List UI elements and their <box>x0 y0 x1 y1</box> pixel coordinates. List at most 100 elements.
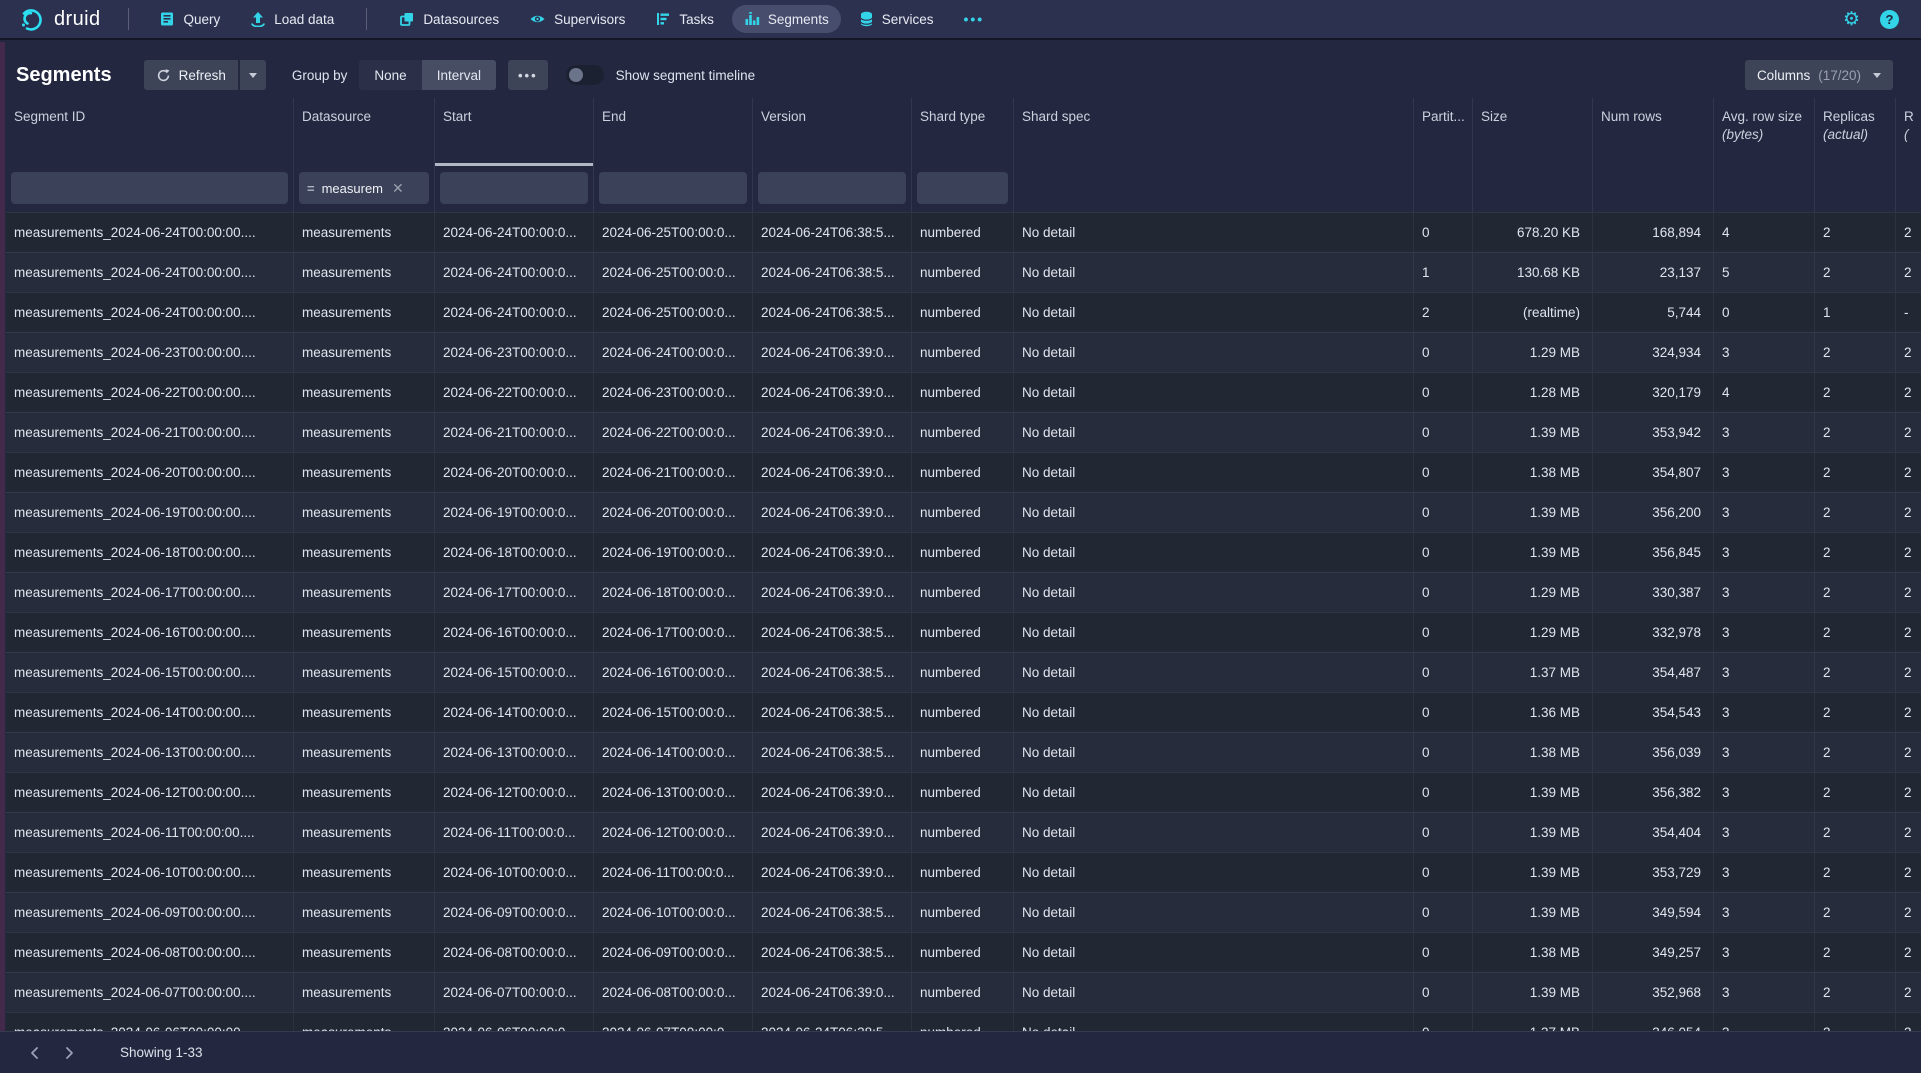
table-row[interactable]: measurements_2024-06-11T00:00:00....meas… <box>6 812 1921 852</box>
cell-datasource: measurements <box>294 453 435 492</box>
group-by-option-none[interactable]: None <box>359 60 421 90</box>
cell-size: 1.39 MB <box>1473 853 1593 892</box>
nav-item-label: Query <box>183 12 220 27</box>
column-header-avg-row-size[interactable]: Avg. row size(bytes) <box>1714 98 1815 166</box>
table-row[interactable]: measurements_2024-06-22T00:00:00....meas… <box>6 372 1921 412</box>
cell-end: 2024-06-24T00:00:0... <box>594 333 753 372</box>
nav-item-tasks[interactable]: Tasks <box>643 5 726 33</box>
segment-timeline-toggle[interactable] <box>566 65 604 85</box>
more-icon: ••• <box>518 68 538 83</box>
column-header-start[interactable]: Start <box>435 98 594 166</box>
table-row[interactable]: measurements_2024-06-14T00:00:00....meas… <box>6 692 1921 732</box>
column-header-end[interactable]: End <box>594 98 753 166</box>
table-row[interactable]: measurements_2024-06-24T00:00:00....meas… <box>6 252 1921 292</box>
cell-replicas: 2 <box>1815 813 1896 852</box>
nav-item-query[interactable]: Query <box>147 5 232 33</box>
table-row[interactable]: measurements_2024-06-12T00:00:00....meas… <box>6 772 1921 812</box>
table-row[interactable]: measurements_2024-06-24T00:00:00....meas… <box>6 292 1921 332</box>
filter-input-segment-id[interactable] <box>11 172 288 204</box>
cell-avg-row-size: 3 <box>1714 533 1815 572</box>
columns-button[interactable]: Columns (17/20) <box>1745 60 1893 90</box>
table-row[interactable]: measurements_2024-06-16T00:00:00....meas… <box>6 612 1921 652</box>
column-label: Shard spec <box>1022 108 1405 126</box>
cell-version: 2024-06-24T06:39:0... <box>753 533 912 572</box>
services-icon <box>859 11 874 27</box>
cell-version: 2024-06-24T06:38:5... <box>753 613 912 652</box>
filter-cell-shard-type <box>912 166 1014 212</box>
filter-input-datasource[interactable]: =measurem✕ <box>299 172 429 204</box>
filter-input-shard-type[interactable] <box>917 172 1008 204</box>
cell-datasource: measurements <box>294 653 435 692</box>
table-row[interactable]: measurements_2024-06-17T00:00:00....meas… <box>6 572 1921 612</box>
nav-item-segments[interactable]: Segments <box>732 5 841 33</box>
filter-chip-value: measurem <box>322 181 383 196</box>
nav-item-datasources[interactable]: Datasources <box>387 5 511 33</box>
table-row[interactable]: measurements_2024-06-10T00:00:00....meas… <box>6 852 1921 892</box>
cell-num-rows: 5,744 <box>1593 293 1714 332</box>
table-row[interactable]: measurements_2024-06-07T00:00:00....meas… <box>6 972 1921 1012</box>
nav-item-load-data[interactable]: Load data <box>238 5 346 33</box>
cell-avg-row-size: 4 <box>1714 373 1815 412</box>
cell-end: 2024-06-10T00:00:0... <box>594 893 753 932</box>
refresh-dropdown-button[interactable] <box>240 60 266 90</box>
filter-input-version[interactable] <box>758 172 906 204</box>
prev-page-button[interactable] <box>20 1038 50 1068</box>
cell-partit: 0 <box>1414 413 1473 452</box>
cell-end: 2024-06-12T00:00:0... <box>594 813 753 852</box>
table-row[interactable]: measurements_2024-06-09T00:00:00....meas… <box>6 892 1921 932</box>
next-page-button[interactable] <box>54 1038 84 1068</box>
filter-input-start[interactable] <box>440 172 588 204</box>
cell-avg-row-size: 5 <box>1714 253 1815 292</box>
group-by-option-interval[interactable]: Interval <box>422 60 496 90</box>
refresh-icon <box>156 68 171 83</box>
column-header-partit[interactable]: Partit... <box>1414 98 1473 166</box>
table-row[interactable]: measurements_2024-06-15T00:00:00....meas… <box>6 652 1921 692</box>
cell-partit: 0 <box>1414 853 1473 892</box>
close-icon[interactable]: ✕ <box>392 180 404 197</box>
help-icon[interactable]: ? <box>1880 10 1899 29</box>
column-header-size[interactable]: Size <box>1473 98 1593 166</box>
column-header-num-rows[interactable]: Num rows <box>1593 98 1714 166</box>
column-header-datasource[interactable]: Datasource <box>294 98 435 166</box>
column-header-segment-id[interactable]: Segment ID <box>6 98 294 166</box>
table-body: measurements_2024-06-24T00:00:00....meas… <box>6 212 1921 1052</box>
druid-logo[interactable]: druid <box>18 6 100 33</box>
nav-item-services[interactable]: Services <box>847 5 946 33</box>
nav-item-supervisors[interactable]: Supervisors <box>517 5 637 33</box>
column-header-replicas[interactable]: Replicas(actual) <box>1815 98 1896 166</box>
cell-avg-row-size: 3 <box>1714 933 1815 972</box>
cell-shard-type: numbered <box>912 213 1014 252</box>
column-header-r[interactable]: R( <box>1896 98 1921 166</box>
table-row[interactable]: measurements_2024-06-19T00:00:00....meas… <box>6 492 1921 532</box>
filter-input-end[interactable] <box>599 172 747 204</box>
cell-start: 2024-06-23T00:00:0... <box>435 333 594 372</box>
table-row[interactable]: measurements_2024-06-20T00:00:00....meas… <box>6 452 1921 492</box>
cell-size: 1.28 MB <box>1473 373 1593 412</box>
table-row[interactable]: measurements_2024-06-23T00:00:00....meas… <box>6 332 1921 372</box>
cell-segment-id: measurements_2024-06-07T00:00:00.... <box>6 973 294 1012</box>
column-label: Segment ID <box>14 108 285 126</box>
cell-version: 2024-06-24T06:38:5... <box>753 653 912 692</box>
gear-icon[interactable]: ⚙ <box>1843 10 1860 29</box>
nav-item-more[interactable]: ••• <box>951 5 996 33</box>
table-row[interactable]: measurements_2024-06-08T00:00:00....meas… <box>6 932 1921 972</box>
more-options-button[interactable]: ••• <box>508 60 548 90</box>
cell-r: 2 <box>1896 253 1921 292</box>
table-row[interactable]: measurements_2024-06-21T00:00:00....meas… <box>6 412 1921 452</box>
pagination-bar: Showing 1-33 <box>0 1031 1921 1073</box>
cell-shard-spec: No detail <box>1014 413 1414 452</box>
cell-shard-type: numbered <box>912 493 1014 532</box>
table-row[interactable]: measurements_2024-06-24T00:00:00....meas… <box>6 212 1921 252</box>
cell-end: 2024-06-11T00:00:0... <box>594 853 753 892</box>
table-row[interactable]: measurements_2024-06-18T00:00:00....meas… <box>6 532 1921 572</box>
column-header-version[interactable]: Version <box>753 98 912 166</box>
refresh-button[interactable]: Refresh <box>144 60 238 90</box>
column-header-shard-spec[interactable]: Shard spec <box>1014 98 1414 166</box>
table-row[interactable]: measurements_2024-06-13T00:00:00....meas… <box>6 732 1921 772</box>
cell-size: 1.39 MB <box>1473 533 1593 572</box>
column-header-shard-type[interactable]: Shard type <box>912 98 1014 166</box>
datasources-icon <box>399 11 415 27</box>
cell-end: 2024-06-25T00:00:0... <box>594 213 753 252</box>
cell-shard-type: numbered <box>912 293 1014 332</box>
cell-shard-type: numbered <box>912 653 1014 692</box>
